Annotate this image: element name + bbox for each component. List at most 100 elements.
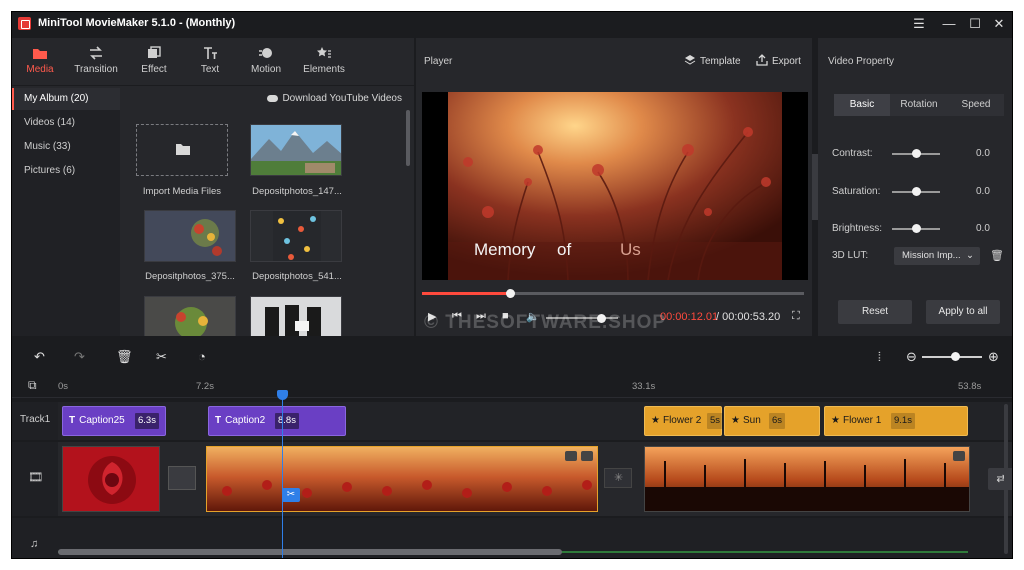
swap-icon[interactable]: ⇄: [988, 468, 1012, 490]
media-thumbnail-label: Depositphotos_375...: [145, 271, 235, 282]
window-title: MiniTool MovieMaker 5.1.0 - (Monthly): [38, 17, 236, 29]
download-youtube-label: Download YouTube Videos: [282, 93, 402, 104]
playback-progress[interactable]: [422, 289, 804, 298]
brightness-value: 0.0: [976, 223, 990, 234]
star-icon: ★: [731, 415, 740, 426]
progress-handle[interactable]: [505, 289, 515, 298]
caption-clip[interactable]: T Caption2 8.8s: [208, 406, 346, 436]
fullscreen-icon[interactable]: ⛶: [792, 310, 800, 323]
zoom-handle[interactable]: [951, 352, 960, 361]
media-thumbnail[interactable]: [144, 296, 236, 336]
close-icon[interactable]: ✕: [988, 14, 1010, 34]
contrast-slider[interactable]: [892, 149, 940, 158]
element-clip[interactable]: ★ Flower 1 9.1s: [824, 406, 968, 436]
redo-icon[interactable]: ↷: [74, 349, 85, 365]
tab-text[interactable]: Text: [182, 46, 238, 75]
maximize-icon[interactable]: ☐: [964, 14, 986, 34]
zoom-slider[interactable]: [922, 352, 982, 361]
saturation-slider[interactable]: [892, 187, 940, 196]
effect-icon: [146, 46, 162, 60]
media-thumbnail[interactable]: [250, 210, 342, 262]
video-clip[interactable]: [62, 446, 160, 512]
album-item-my-album[interactable]: My Album (20): [12, 88, 120, 110]
clip-effect-icon[interactable]: [565, 451, 577, 461]
split-scissors-icon[interactable]: ✂: [282, 488, 300, 502]
undo-icon[interactable]: ↶: [34, 349, 45, 365]
text-clip-icon: T: [215, 415, 222, 426]
media-thumbnail[interactable]: [144, 210, 236, 262]
tab-speed[interactable]: Speed: [948, 94, 1004, 116]
caption-clip-duration: 6.3s: [135, 413, 159, 429]
tab-media[interactable]: Media: [12, 46, 68, 75]
tab-transition[interactable]: Transition: [68, 46, 124, 75]
brightness-handle[interactable]: [912, 224, 921, 233]
flower-clip-image: [207, 447, 597, 511]
album-item-pictures[interactable]: Pictures (6): [12, 160, 120, 182]
album-item-videos[interactable]: Videos (14): [12, 112, 120, 134]
star-icon: ★: [651, 415, 660, 426]
fit-timeline-icon[interactable]: ⦙: [878, 349, 881, 365]
title-bar: MiniTool MovieMaker 5.1.0 - (Monthly) ☰ …: [12, 12, 1012, 36]
people-image: [251, 297, 341, 336]
tab-effect[interactable]: Effect: [126, 46, 182, 75]
caption-clip-label: Caption2: [225, 415, 266, 426]
folder-icon: [32, 46, 48, 60]
element-clip[interactable]: ★ Flower 2 5s: [644, 406, 724, 436]
tab-motion-label: Motion: [250, 64, 281, 75]
element-clip[interactable]: ★ Sun 6s: [724, 406, 820, 436]
ruler-tick: 33.1s: [632, 381, 656, 392]
minimize-icon[interactable]: —: [938, 14, 960, 34]
menu-icon[interactable]: ☰: [908, 14, 930, 34]
tab-basic[interactable]: Basic: [834, 94, 890, 116]
clip-filter-icon[interactable]: [581, 451, 593, 461]
sunset-clip-image: [645, 447, 969, 511]
template-button[interactable]: Template: [684, 54, 741, 69]
element-clip-label: Flower 1: [842, 415, 882, 426]
video-clip[interactable]: [206, 446, 598, 512]
add-track-icon[interactable]: ⧉: [28, 378, 37, 393]
caption-clip[interactable]: T Caption25 6.3s: [62, 406, 166, 436]
media-scrollbar[interactable]: [406, 110, 410, 166]
clip-effect-icon[interactable]: [953, 451, 965, 461]
timeline-vertical-scrollbar[interactable]: [1004, 404, 1008, 554]
transition-slot[interactable]: [168, 466, 196, 490]
tab-elements[interactable]: Elements: [296, 46, 352, 75]
speed-icon[interactable]: ◔: [198, 349, 206, 364]
playhead-handle[interactable]: [277, 390, 288, 400]
playhead[interactable]: [282, 392, 283, 558]
caption-word: of: [557, 240, 572, 259]
tab-motion[interactable]: Motion: [238, 46, 294, 75]
zoom-in-icon[interactable]: ⊕: [988, 349, 999, 365]
video-preview[interactable]: Memory of Us: [422, 92, 808, 280]
scissors-icon[interactable]: ✂: [156, 349, 167, 365]
delete-icon[interactable]: 🗑: [116, 349, 133, 365]
zoom-out-icon[interactable]: ⊖: [906, 349, 917, 365]
saturation-handle[interactable]: [912, 187, 921, 196]
elements-icon: [316, 46, 332, 60]
export-button[interactable]: Export: [756, 54, 801, 69]
timeline-scrollbar[interactable]: [58, 549, 562, 555]
media-thumbnail[interactable]: [250, 296, 342, 336]
video-clip[interactable]: [644, 446, 970, 512]
download-youtube-link[interactable]: Download YouTube Videos: [267, 93, 402, 104]
apply-to-all-button[interactable]: Apply to all: [926, 300, 1000, 324]
import-media-tile[interactable]: [136, 124, 228, 176]
album-item-music[interactable]: Music (33): [12, 136, 120, 158]
lut-select[interactable]: Mission Imp... ⌄: [894, 247, 980, 265]
element-clip-label: Flower 2: [662, 415, 702, 426]
chevron-down-icon: ⌄: [966, 250, 974, 261]
element-clip-duration: 9.1s: [891, 413, 915, 429]
contrast-handle[interactable]: [912, 149, 921, 158]
tab-rotation[interactable]: Rotation: [891, 94, 947, 116]
transition-slot[interactable]: ✳: [604, 468, 632, 488]
brightness-slider[interactable]: [892, 224, 940, 233]
timeline-ruler[interactable]: ⧉ 0s 7.2s 33.1s 53.8s: [12, 372, 1012, 398]
watermark: © THESOFTWARE.SHOP: [424, 312, 667, 333]
motion-icon: [258, 46, 274, 60]
media-thumbnail-label: Depositphotos_541...: [252, 271, 342, 282]
reset-button[interactable]: Reset: [838, 300, 912, 324]
media-thumbnail[interactable]: [250, 124, 342, 176]
trash-icon[interactable]: 🗑: [990, 249, 1004, 262]
text-clip-icon: T: [69, 415, 76, 426]
export-label: Export: [772, 56, 801, 68]
